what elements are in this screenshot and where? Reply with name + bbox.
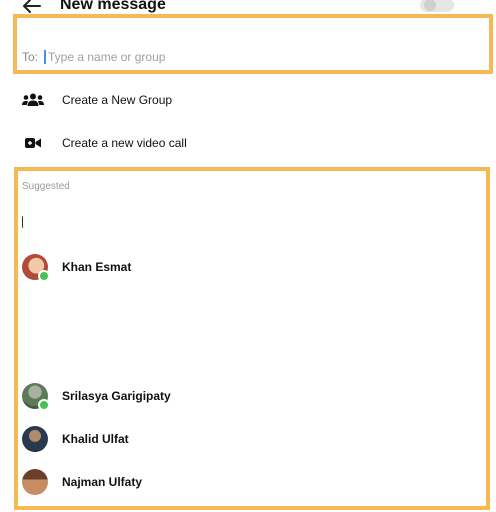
recipient-input[interactable] [48,50,249,64]
avatar [22,426,48,452]
online-indicator [38,399,50,411]
page-title: New message [60,0,166,13]
text-caret [44,50,47,64]
group-icon [22,93,44,107]
video-camera-icon [22,136,44,150]
contact-row[interactable]: Srilasya Garigipaty [22,382,171,411]
video-call-label: Create a new video call [62,136,187,150]
loading-indicator [22,216,25,228]
online-indicator [38,270,50,282]
suggested-header: Suggested [22,181,70,192]
new-message-screen: New message To: Create a New Group [0,0,496,512]
secret-toggle[interactable] [420,0,454,12]
to-label: To: [22,50,39,64]
contact-row[interactable]: Najman Ulfaty [22,468,142,496]
contact-name: Srilasya Garigipaty [62,389,171,403]
contact-name: Khalid Ulfat [62,432,129,446]
arrow-left-icon[interactable] [22,0,42,14]
avatar [22,383,50,411]
avatar [22,254,50,282]
contact-name: Khan Esmat [62,260,132,274]
create-group-button[interactable]: Create a New Group [22,89,172,111]
create-group-label: Create a New Group [62,93,173,107]
contact-row[interactable]: Khan Esmat [22,253,132,282]
toggle-knob [424,0,436,11]
highlight-suggested-list [14,167,490,510]
contact-row[interactable]: Khalid Ulfat [22,425,129,453]
to-field: To: [22,48,249,66]
avatar [22,469,48,495]
contact-name: Najman Ulfaty [62,475,143,489]
video-call-button[interactable]: Create a new video call [22,132,187,154]
header: New message [0,0,496,18]
